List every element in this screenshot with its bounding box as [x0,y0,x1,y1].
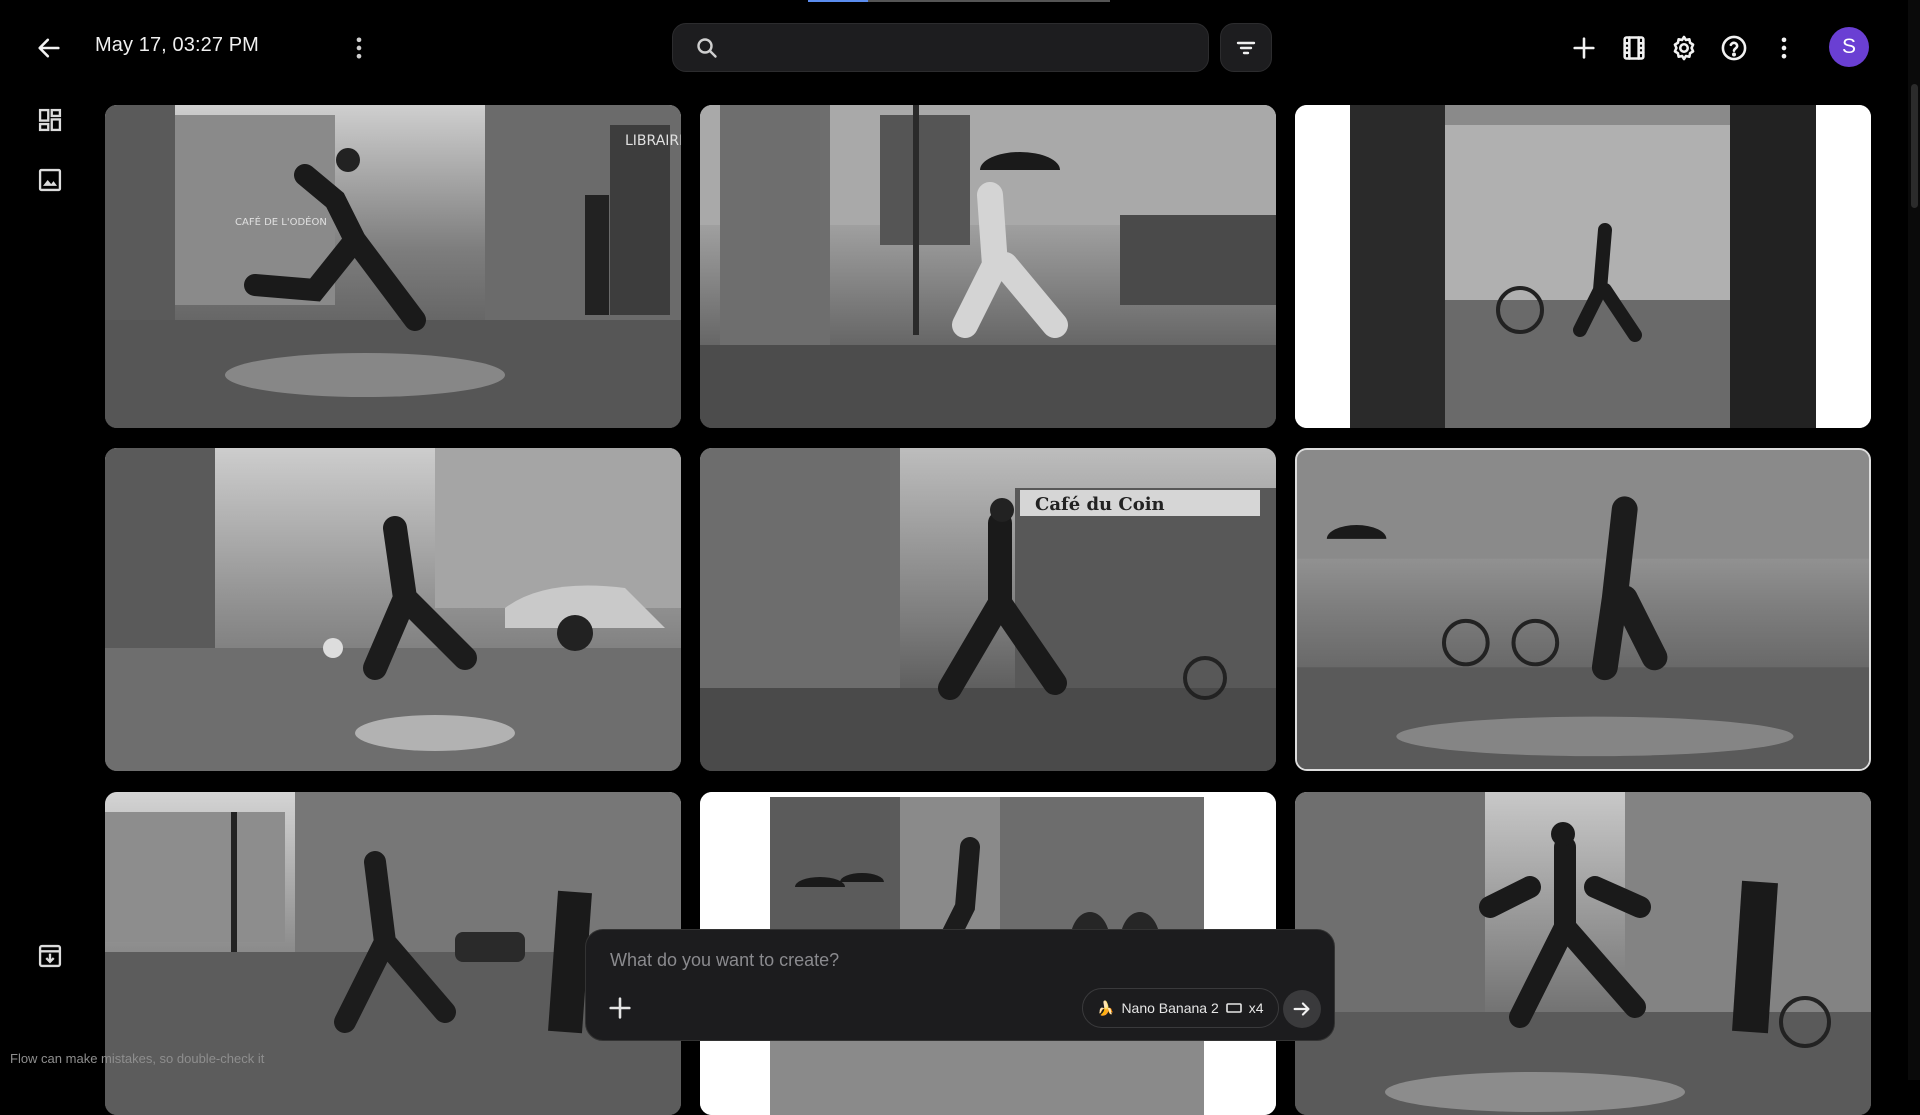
avatar[interactable]: S [1829,27,1869,67]
scrollbar-thumb[interactable] [1911,84,1918,208]
film-icon [1623,36,1645,60]
gallery-image[interactable] [1295,448,1871,771]
gallery-image[interactable] [1295,105,1871,428]
filter-icon [1236,41,1256,54]
more-vertical-icon [356,37,362,59]
footer-disclaimer: Flow can make mistakes, so double-check … [10,1051,265,1066]
photo-street-leap: LIBRAIRIE CAFÉ DE L'ODÉON [105,105,681,428]
output-count-label: x4 [1248,1000,1264,1016]
download-box-icon [38,944,62,968]
add-media-button[interactable] [606,994,638,1026]
dashboard-icon [38,108,62,132]
more-button[interactable] [1764,28,1804,68]
search-box[interactable] [672,23,1209,73]
download-button[interactable] [36,942,64,970]
send-button[interactable] [1283,990,1321,1028]
aspect-ratio-icon [1225,1003,1242,1013]
scenebuilder-button[interactable] [1614,28,1654,68]
plus-icon [609,997,631,1019]
banana-icon: 🍌 [1097,999,1115,1016]
gallery-image[interactable]: Café du Coin [700,448,1276,771]
prompt-input[interactable] [608,948,1312,982]
prompt-composer: 🍌 Nano Banana 2 x4 [585,929,1335,1041]
help-circle-icon [1721,35,1747,61]
help-button[interactable] [1714,28,1754,68]
gear-icon [1673,35,1695,61]
photo-umbrella-leap [700,105,1276,428]
add-button[interactable] [1564,28,1604,68]
sign-cafe-odeon: CAFÉ DE L'ODÉON [235,215,327,228]
search-input[interactable] [731,24,1195,73]
photo-doorway [1295,105,1871,428]
model-label: Nano Banana 2 [1121,1000,1219,1016]
gallery-image[interactable] [1295,792,1871,1115]
plus-icon [1573,37,1595,59]
image-view-button[interactable] [36,166,64,194]
search-icon [697,38,717,58]
image-icon [38,168,62,192]
photo-rain-bicycle [1297,450,1869,769]
gallery-image[interactable] [700,105,1276,428]
photo-narrow-street [1295,792,1871,1115]
gallery-image[interactable] [105,448,681,771]
settings-button[interactable] [1664,28,1704,68]
page-loading-bar-fill [808,0,868,2]
title-more-button[interactable] [339,28,379,68]
more-vertical-icon [1781,37,1787,59]
sign-librairie: LIBRAIRIE [625,133,681,149]
filter-button[interactable] [1220,23,1272,72]
gallery-image[interactable]: LIBRAIRIE CAFÉ DE L'ODÉON [105,105,681,428]
page-loading-bar [808,0,1110,2]
grid-view-button[interactable] [36,106,64,134]
photo-cafe-du-coin: Café du Coin [700,448,1276,771]
back-button[interactable] [29,28,69,68]
arrow-right-icon [1293,1002,1310,1016]
sign-cafe-du-coin: Café du Coin [1035,494,1165,515]
page-title: May 17, 03:27 PM [95,34,259,56]
photo-car-dog [105,448,681,771]
model-settings-chip[interactable]: 🍌 Nano Banana 2 x4 [1082,988,1279,1028]
arrow-left-icon [38,38,60,58]
